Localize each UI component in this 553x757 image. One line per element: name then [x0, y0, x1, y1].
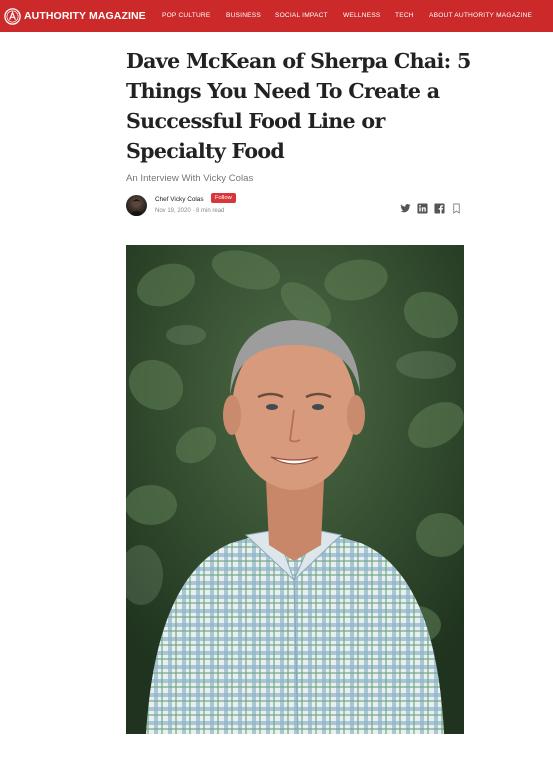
twitter-icon[interactable]: [400, 201, 411, 213]
nav-business[interactable]: BUSINESS: [226, 12, 261, 19]
follow-button[interactable]: Follow: [211, 193, 236, 203]
nav-pop-culture[interactable]: POP CULTURE: [162, 12, 211, 19]
top-navigation-bar: AUTHORITY MAGAZINE POP CULTURE BUSINESS …: [0, 0, 553, 32]
main-nav: POP CULTURE BUSINESS SOCIAL IMPACT WELLN…: [0, 0, 553, 32]
author-name[interactable]: Chef Vicky Colas: [155, 196, 204, 203]
byline: Chef Vicky Colas Follow Nov 19, 2020 · 8…: [126, 191, 466, 219]
article-header: Dave McKean of Sherpa Chai: 5 Things You…: [126, 46, 471, 184]
article-title: Dave McKean of Sherpa Chai: 5 Things You…: [126, 49, 471, 163]
share-icons: [400, 201, 462, 214]
bookmark-icon[interactable]: [451, 201, 462, 214]
nav-tech[interactable]: TECH: [395, 12, 414, 19]
author-avatar[interactable]: [126, 195, 147, 216]
nav-social-impact[interactable]: SOCIAL IMPACT: [275, 12, 328, 19]
nav-about[interactable]: ABOUT AUTHORITY MAGAZINE: [429, 12, 532, 19]
hero-image: [126, 245, 464, 734]
article-meta: Nov 19, 2020 · 8 min read: [155, 208, 225, 214]
nav-wellness[interactable]: WELLNESS: [343, 12, 381, 19]
article-subtitle: An Interview With Vicky Colas: [126, 173, 254, 184]
facebook-icon[interactable]: [434, 201, 445, 214]
linkedin-icon[interactable]: [417, 201, 428, 214]
